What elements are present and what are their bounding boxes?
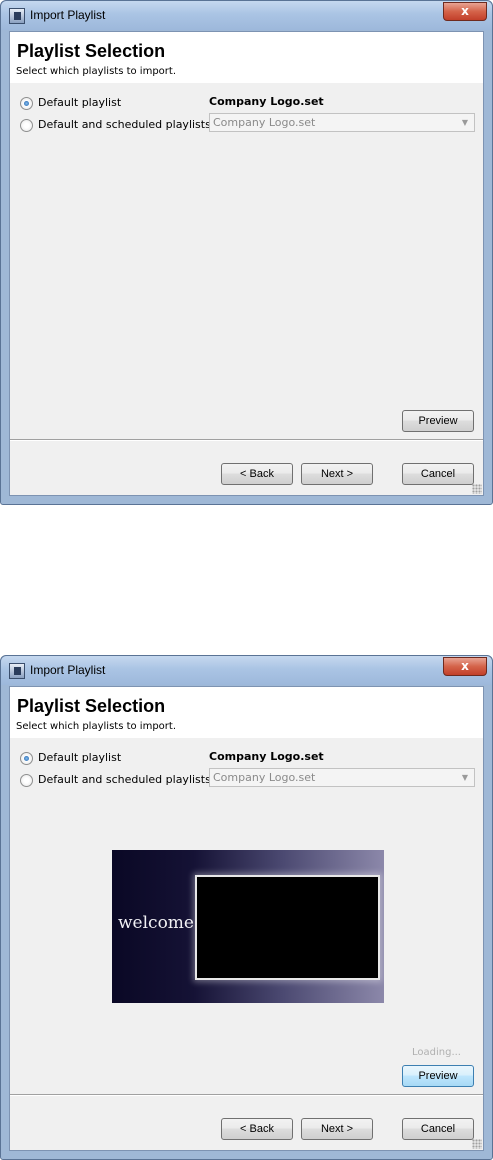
title-bar[interactable]: Import Playlist x [1,1,492,30]
next-button[interactable]: Next > [301,463,373,485]
resize-grip-icon[interactable] [472,1139,482,1149]
app-icon [9,663,25,679]
radio-unchecked-icon[interactable] [20,119,33,132]
next-button[interactable]: Next > [301,1118,373,1140]
wizard-header: Playlist Selection Select which playlist… [10,687,483,738]
page-title: Playlist Selection [17,41,166,61]
combo-value: Company Logo.set [213,116,316,129]
page-title: Playlist Selection [17,696,166,716]
preview-video-frame [195,875,380,980]
set-label: Company Logo.set [209,95,324,108]
close-button[interactable]: x [443,657,487,676]
combo-value: Company Logo.set [213,771,316,784]
page-subtitle: Select which playlists to import. [16,66,176,77]
radio-checked-icon[interactable] [20,97,33,110]
window-title: Import Playlist [30,8,106,22]
back-button[interactable]: < Back [221,463,293,485]
resize-grip-icon[interactable] [472,484,482,494]
window-title: Import Playlist [30,663,106,677]
radio-unchecked-icon[interactable] [20,774,33,787]
page-subtitle: Select which playlists to import. [16,721,176,732]
cancel-button[interactable]: Cancel [402,463,474,485]
app-icon [9,8,25,24]
radio-checked-icon[interactable] [20,752,33,765]
playlist-set-combobox[interactable]: Company Logo.set ▼ [209,113,475,132]
button-separator [10,1094,483,1096]
radio-label: Default and scheduled playlists [38,118,211,131]
title-bar[interactable]: Import Playlist x [1,656,492,685]
playlist-set-combobox[interactable]: Company Logo.set ▼ [209,768,475,787]
loading-status: Loading... [412,1047,461,1058]
set-label: Company Logo.set [209,750,324,763]
radio-label: Default and scheduled playlists [38,773,211,786]
back-button[interactable]: < Back [221,1118,293,1140]
chevron-down-icon[interactable]: ▼ [459,117,471,128]
wizard-header: Playlist Selection Select which playlist… [10,32,483,83]
preview-button[interactable]: Preview [402,1065,474,1087]
preview-button[interactable]: Preview [402,410,474,432]
radio-label: Default playlist [38,96,122,109]
preview-welcome-text: welcome [118,913,194,933]
chevron-down-icon[interactable]: ▼ [459,772,471,783]
dialog-client-area: Playlist Selection Select which playlist… [9,31,484,496]
close-button[interactable]: x [443,2,487,21]
playlist-preview-image: welcome [112,850,384,1003]
cancel-button[interactable]: Cancel [402,1118,474,1140]
import-playlist-dialog: Import Playlist x Playlist Selection Sel… [0,0,493,505]
button-separator [10,439,483,441]
radio-label: Default playlist [38,751,122,764]
